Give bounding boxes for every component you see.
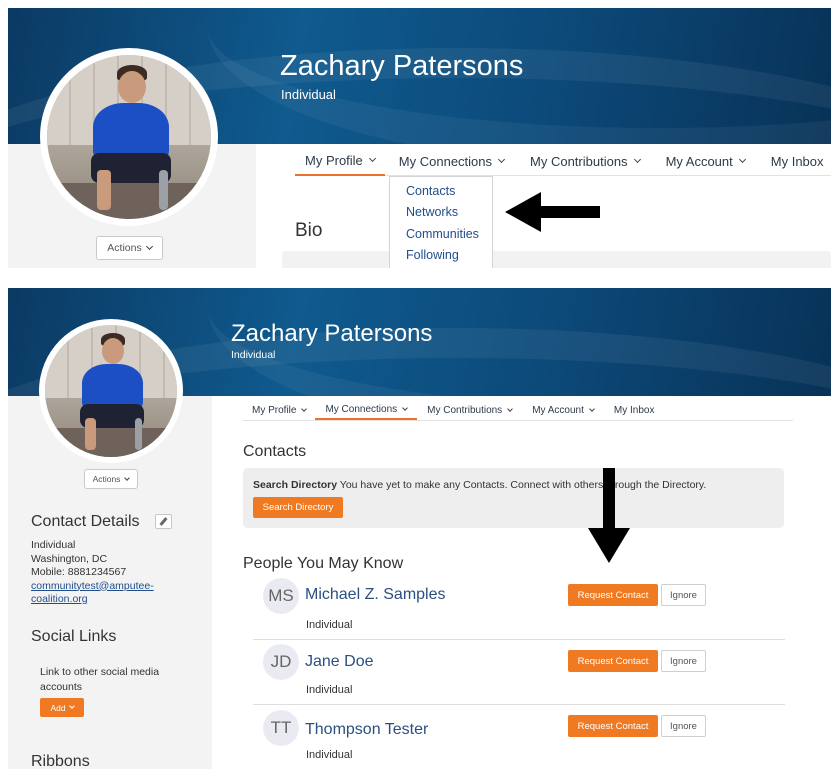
tab-my-profile[interactable]: My Profile <box>243 400 315 420</box>
contact-email-link[interactable]: communitytest@amputee- <box>31 580 154 594</box>
tab-label: My Account <box>532 404 584 416</box>
arrow-left-icon <box>505 192 600 232</box>
tab-my-contributions[interactable]: My Contributions <box>518 146 652 176</box>
contact-type: Individual <box>31 539 76 551</box>
person-type: Individual <box>306 684 353 696</box>
chevron-down-icon <box>124 474 131 481</box>
avatar-initials: MS <box>263 578 299 614</box>
tab-label: My Profile <box>305 152 363 168</box>
actions-button[interactable]: Actions <box>96 236 163 260</box>
request-contact-button[interactable]: Request Contact <box>568 715 658 737</box>
chevron-down-icon <box>497 155 506 164</box>
profile-type: Individual <box>231 349 276 361</box>
tab-my-profile[interactable]: My Profile <box>295 146 385 176</box>
person-name-link[interactable]: Jane Doe <box>305 653 374 671</box>
social-links-title: Social Links <box>31 628 117 645</box>
profile-name: Zachary Patersons <box>280 50 524 82</box>
tab-my-account[interactable]: My Account <box>522 400 604 420</box>
tab-my-inbox[interactable]: My Inbox <box>604 400 665 420</box>
tab-my-connections[interactable]: My Connections <box>315 400 418 420</box>
edit-icon[interactable] <box>155 514 172 529</box>
nav-divider <box>243 420 793 421</box>
ignore-button[interactable]: Ignore <box>661 584 706 606</box>
chevron-down-icon <box>368 154 376 163</box>
profile-name: Zachary Patersons <box>231 320 433 347</box>
profile-type: Individual <box>281 87 336 102</box>
add-social-button[interactable]: Add <box>40 698 84 717</box>
avatar-initials: JD <box>263 644 299 680</box>
tab-my-connections[interactable]: My Connections <box>385 146 518 176</box>
tab-label: My Contributions <box>427 404 503 416</box>
chevron-down-icon <box>738 155 746 164</box>
search-directory-button[interactable]: Search Directory <box>253 497 343 518</box>
chevron-down-icon <box>589 405 595 412</box>
search-directory-message: Search Directory You have yet to make an… <box>253 479 706 491</box>
ignore-button[interactable]: Ignore <box>661 715 706 737</box>
dropdown-item-communities[interactable]: Communities <box>390 223 492 245</box>
connections-dropdown: Contacts Networks Communities Following <box>389 176 493 268</box>
search-directory-text: You have yet to make any Contacts. Conne… <box>337 479 707 491</box>
contact-mobile: Mobile: 8881234567 <box>31 566 127 578</box>
tab-label: My Profile <box>252 404 297 416</box>
arrow-down-icon <box>588 468 630 563</box>
actions-button[interactable]: Actions <box>84 469 138 489</box>
panel-bottom: Zachary Patersons Individual Actions Con… <box>0 288 831 769</box>
tab-label: My Account <box>665 153 733 169</box>
avatar-initials: TT <box>263 710 299 746</box>
ribbons-title: Ribbons <box>31 753 90 769</box>
contact-details: Individual Washington, DC Mobile: 888123… <box>31 539 154 607</box>
ignore-button[interactable]: Ignore <box>661 650 706 672</box>
search-directory-box: Search Directory You have yet to make an… <box>243 468 784 528</box>
tab-label: My Connections <box>398 153 493 169</box>
people-title: People You May Know <box>243 555 404 572</box>
contact-email-link-cont[interactable]: coalition.org <box>31 593 154 607</box>
person-type: Individual <box>306 749 353 761</box>
tab-my-inbox[interactable]: My Inbox <box>759 146 831 176</box>
person-name-link[interactable]: Michael Z. Samples <box>305 586 446 604</box>
chevron-down-icon <box>507 405 514 412</box>
chevron-down-icon <box>301 405 308 412</box>
tab-my-account[interactable]: My Account <box>652 146 759 176</box>
bio-card <box>282 251 831 268</box>
tab-label: My Connections <box>325 403 398 415</box>
dropdown-item-following[interactable]: Following <box>390 245 492 267</box>
chevron-down-icon <box>145 242 153 251</box>
dropdown-item-contacts[interactable]: Contacts <box>390 180 492 202</box>
chevron-down-icon <box>402 404 408 411</box>
chevron-down-icon <box>68 703 75 709</box>
profile-nav: My Profile My Connections My Contributio… <box>243 400 664 420</box>
row-divider <box>253 639 785 640</box>
request-contact-button[interactable]: Request Contact <box>568 584 658 606</box>
panel-top: Zachary Patersons Individual Actions My … <box>0 0 831 268</box>
contact-location: Washington, DC <box>31 552 108 565</box>
person-type: Individual <box>306 619 353 631</box>
bio-title: Bio <box>295 220 323 241</box>
actions-label: Actions <box>107 242 142 254</box>
tab-label: My Inbox <box>770 153 824 169</box>
row-divider <box>253 704 785 705</box>
add-label: Add <box>50 702 66 713</box>
contacts-title: Contacts <box>243 443 307 460</box>
avatar <box>39 319 183 463</box>
social-links-text: Link to other social media accounts <box>40 666 160 693</box>
search-directory-label: Search Directory <box>253 479 338 491</box>
chevron-down-icon <box>633 155 641 164</box>
contact-details-title: Contact Details <box>31 513 140 530</box>
actions-label: Actions <box>92 474 121 484</box>
tab-label: My Inbox <box>613 404 655 416</box>
tab-my-contributions[interactable]: My Contributions <box>417 400 522 420</box>
request-contact-button[interactable]: Request Contact <box>568 650 658 672</box>
tab-label: My Contributions <box>530 153 628 169</box>
avatar <box>40 48 218 226</box>
person-name-link[interactable]: Thompson Tester <box>305 721 428 739</box>
profile-nav: My Profile My Connections My Contributio… <box>295 146 831 176</box>
dropdown-item-networks[interactable]: Networks <box>390 202 492 224</box>
